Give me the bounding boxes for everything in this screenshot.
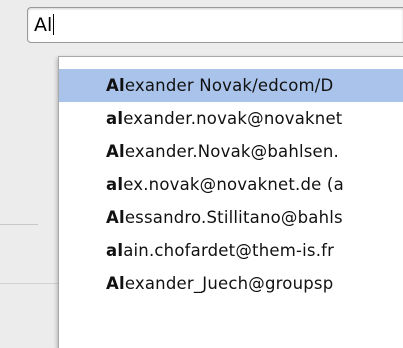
- suggestion-match: al: [106, 241, 124, 260]
- suggestion-rest: exander_Juech@groupsp: [124, 274, 334, 293]
- suggestion-item[interactable]: Alexander.Novak@bahlsen.: [59, 135, 403, 168]
- suggestion-item[interactable]: alex.novak@novaknet.de (a: [59, 168, 403, 201]
- suggestion-match: Al: [106, 274, 125, 293]
- suggestion-item[interactable]: Alexander Novak/edcom/D: [59, 69, 403, 102]
- suggestion-rest: exander.Novak@bahlsen.: [124, 142, 340, 161]
- suggestion-rest: ain.chofardet@them-is.fr: [123, 241, 335, 260]
- suggestion-rest: ex.novak@novaknet.de (a: [123, 175, 344, 194]
- autocomplete-popup: Alexander Novak/edcom/D alexander.novak@…: [58, 56, 403, 348]
- address-search-input[interactable]: Al: [27, 7, 403, 43]
- background-divider-left: [0, 224, 38, 225]
- suggestion-item[interactable]: alexander.novak@novaknet: [59, 102, 403, 135]
- suggestion-item[interactable]: Alexander_Juech@groupsp: [59, 267, 403, 300]
- suggestion-item[interactable]: alain.chofardet@them-is.fr: [59, 234, 403, 267]
- suggestion-item[interactable]: Alessandro.Stillitano@bahls: [59, 201, 403, 234]
- suggestion-rest: essandro.Stillitano@bahls: [124, 208, 343, 227]
- search-typed-value: Al: [34, 14, 53, 36]
- suggestion-match: Al: [106, 142, 125, 161]
- search-typed-text: Al: [34, 14, 55, 36]
- text-caret: [53, 14, 55, 35]
- suggestion-match: Al: [106, 208, 125, 227]
- suggestion-match: al: [106, 109, 124, 128]
- suggestion-rest: exander Novak/edcom/D: [124, 76, 334, 95]
- suggestion-match: Al: [106, 76, 125, 95]
- suggestion-match: al: [106, 175, 124, 194]
- suggestion-rest: exander.novak@novaknet: [123, 109, 343, 128]
